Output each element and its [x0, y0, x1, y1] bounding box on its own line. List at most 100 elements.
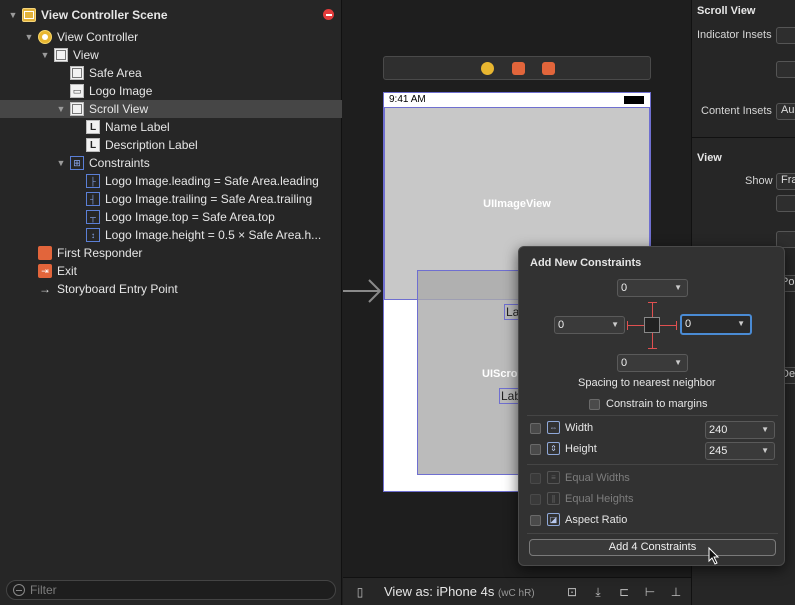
width-field[interactable]: 240 ▼	[705, 421, 775, 439]
top-spacing-field[interactable]: 0 ▼	[617, 279, 688, 297]
error-badge-icon[interactable]	[323, 9, 334, 20]
equal-heights-icon: ∥	[547, 492, 560, 505]
canvas-toolbar: ▯ View as: iPhone 4s (wC hR) ⊡ ⤓ ⊏ ⊢ ⊥	[343, 577, 691, 605]
add-constraints-icon[interactable]: ⊢	[642, 584, 658, 600]
exit-icon: ⇥	[38, 264, 52, 278]
height-label: Height	[565, 443, 597, 455]
document-outline: ▼ View Controller Scene ▼ View Controlle…	[0, 0, 342, 605]
outline-item-safe-area[interactable]: ▼ Safe Area	[0, 64, 342, 82]
indicator-insets-label: Indicator Insets	[697, 29, 772, 41]
outline-label: Constraints	[89, 156, 150, 170]
constraint-top-icon: ┬	[86, 210, 100, 224]
show-select[interactable]: Fra	[776, 173, 795, 190]
add-constraints-popover: Add New Constraints 0 ▼ 0 ▼ 0 ▼ 0 ▼ Spacing …	[518, 246, 785, 566]
indicator-insets-field-2[interactable]	[776, 61, 795, 78]
aspect-ratio-checkbox[interactable]	[530, 515, 541, 526]
outline-label: Logo Image.trailing = Safe Area.trailing	[105, 192, 313, 206]
outline-item-name-label[interactable]: ▼ L Name Label	[0, 118, 342, 136]
first-responder-cube-icon	[38, 246, 52, 260]
outline-item-storyboard-entry-point[interactable]: ▼ → Storyboard Entry Point	[0, 280, 342, 298]
filter-input[interactable]	[30, 583, 310, 597]
chevron-down-icon: ▼	[674, 283, 682, 292]
scene-dock	[383, 56, 651, 80]
outline-label: First Responder	[57, 246, 143, 260]
outline-item-scroll-view[interactable]: ▼ Scroll View	[0, 100, 342, 118]
width-icon: ⇔	[547, 421, 560, 434]
height-field[interactable]: 245 ▼	[705, 442, 775, 460]
section-view: View	[697, 152, 722, 164]
battery-icon	[624, 96, 644, 104]
filter-field[interactable]	[6, 580, 336, 600]
aspect-ratio-icon: ◪	[547, 513, 560, 526]
bottom-spacing-field[interactable]: 0 ▼	[617, 354, 688, 372]
outline-item-constraint[interactable]: ▼ ├ Logo Image.leading = Safe Area.leadi…	[0, 172, 342, 190]
first-responder-dock-icon[interactable]	[512, 62, 525, 75]
selected-view-square-icon	[644, 317, 660, 333]
outline-label: Description Label	[105, 138, 198, 152]
zoom-fit-icon[interactable]: ⊡	[564, 584, 580, 600]
exit-dock-icon[interactable]	[542, 62, 555, 75]
content-insets-label: Content Insets	[701, 105, 772, 117]
mouse-pointer-icon	[708, 547, 720, 565]
scroll-view-label: UIScro	[482, 368, 518, 380]
width-checkbox[interactable]	[530, 423, 541, 434]
disclosure-triangle-icon[interactable]: ▼	[24, 32, 34, 42]
height-icon: ⇕	[547, 442, 560, 455]
equal-widths-icon: ≡	[547, 471, 560, 484]
bottom-strut-icon	[652, 333, 653, 348]
left-strut-icon	[627, 325, 644, 326]
outline-item-constraints[interactable]: ▼ ⊞ Constraints	[0, 154, 342, 172]
toggle-outline-icon[interactable]: ▯	[352, 584, 368, 600]
right-spacing-field[interactable]: 0 ▼	[680, 314, 752, 335]
left-spacing-field[interactable]: 0 ▼	[554, 316, 625, 334]
equal-widths-checkbox[interactable]	[530, 473, 541, 484]
view-icon	[54, 48, 68, 62]
outline-item-description-label[interactable]: ▼ L Description Label	[0, 136, 342, 154]
outline-label: Logo Image.top = Safe Area.top	[105, 210, 275, 224]
height-checkbox[interactable]	[530, 444, 541, 455]
outline-label: Logo Image	[89, 84, 153, 98]
constraint-height-icon: ↕	[86, 228, 100, 242]
outline-item-view[interactable]: ▼ View	[0, 46, 342, 64]
inspector-field[interactable]	[776, 195, 795, 212]
outline-item-view-controller-scene[interactable]: ▼ View Controller Scene	[0, 6, 342, 24]
popover-title: Add New Constraints	[530, 257, 642, 269]
outline-item-view-controller[interactable]: ▼ View Controller	[0, 28, 342, 46]
outline-item-logo-image[interactable]: ▼ ▭ Logo Image	[0, 82, 342, 100]
show-label: Show	[745, 175, 773, 187]
view-controller-icon	[38, 30, 52, 44]
bottom-spacing-value: 0	[621, 357, 628, 369]
outline-item-first-responder[interactable]: ▼ First Responder	[0, 244, 342, 262]
disclosure-triangle-icon[interactable]: ▼	[56, 104, 66, 114]
embed-in-icon[interactable]: ⤓	[590, 584, 606, 600]
outline-item-constraint[interactable]: ▼ ┬ Logo Image.top = Safe Area.top	[0, 208, 342, 226]
outline-label: View Controller Scene	[41, 8, 168, 22]
indicator-insets-field[interactable]	[776, 27, 795, 44]
divider	[692, 137, 795, 138]
align-icon[interactable]: ⊏	[616, 584, 632, 600]
view-controller-dock-icon[interactable]	[481, 62, 494, 75]
disclosure-triangle-icon[interactable]: ▼	[40, 50, 50, 60]
outline-item-exit[interactable]: ▼ ⇥ Exit	[0, 262, 342, 280]
height-value: 245	[709, 445, 728, 457]
label-icon: L	[86, 138, 100, 152]
outline-label: Logo Image.height = 0.5 × Safe Area.h...	[105, 228, 322, 242]
disclosure-triangle-icon[interactable]: ▼	[56, 158, 66, 168]
chevron-down-icon: ▼	[611, 320, 619, 329]
right-strut-icon[interactable]	[676, 321, 677, 330]
left-spacing-value: 0	[558, 319, 565, 331]
disclosure-triangle-icon[interactable]: ▼	[8, 10, 18, 20]
outline-label: Safe Area	[89, 66, 142, 80]
constrain-margins-checkbox[interactable]	[589, 399, 600, 410]
content-insets-select[interactable]: Au	[776, 103, 795, 120]
equal-widths-label: Equal Widths	[565, 472, 630, 484]
scene-icon	[22, 8, 36, 22]
add-constraints-button[interactable]: Add 4 Constraints	[529, 539, 776, 556]
equal-heights-checkbox[interactable]	[530, 494, 541, 505]
outline-item-constraint[interactable]: ▼ ┤ Logo Image.trailing = Safe Area.trai…	[0, 190, 342, 208]
resolve-issues-icon[interactable]: ⊥	[668, 584, 684, 600]
bottom-strut-icon[interactable]	[648, 348, 657, 349]
outline-item-constraint[interactable]: ▼ ↕ Logo Image.height = 0.5 × Safe Area.…	[0, 226, 342, 244]
view-as-device[interactable]: View as: iPhone 4s (wC hR)	[384, 584, 535, 599]
outline-label: Storyboard Entry Point	[57, 282, 178, 296]
